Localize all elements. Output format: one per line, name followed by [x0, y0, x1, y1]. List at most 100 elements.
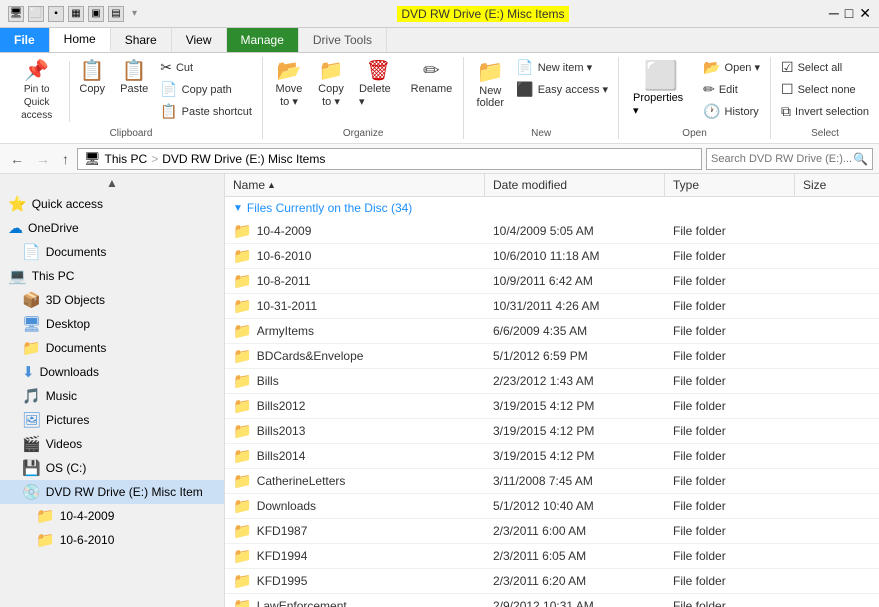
table-row[interactable]: 📁 10-8-2011 10/9/2011 6:42 AM File folde…: [225, 269, 879, 294]
folder-icon: 📁: [233, 447, 252, 465]
paste-shortcut-label: Paste shortcut: [182, 106, 252, 118]
table-row[interactable]: 📁 Bills2012 3/19/2015 4:12 PM File folde…: [225, 394, 879, 419]
sidebar-item-documents-od[interactable]: 📄 Documents: [0, 240, 224, 264]
sidebar-item-10-4-2009[interactable]: 📁 10-4-2009: [0, 504, 224, 528]
new-item-button[interactable]: 📄 New item ▾: [512, 57, 612, 78]
sidebar-item-documents[interactable]: 📁 Documents: [0, 336, 224, 360]
sidebar-item-music[interactable]: 🎵 Music: [0, 384, 224, 408]
table-row[interactable]: 📁 10-31-2011 10/31/2011 4:26 AM File fol…: [225, 294, 879, 319]
minimize-button[interactable]: ─: [829, 5, 839, 22]
move-to-button[interactable]: 📂 Moveto ▾: [269, 57, 309, 112]
table-row[interactable]: 📁 10-4-2009 10/4/2009 5:05 AM File folde…: [225, 219, 879, 244]
sidebar-label-3d-objects: 3D Objects: [46, 293, 105, 307]
tab-file[interactable]: File: [0, 28, 50, 52]
file-size-cell: [795, 594, 875, 607]
rename-button[interactable]: ✏ Rename: [406, 57, 458, 99]
header-type[interactable]: Type: [665, 174, 795, 196]
file-name: KFD1994: [257, 549, 308, 563]
sidebar-label-documents-od: Documents: [46, 245, 107, 259]
pin-quick-access-button[interactable]: 📌 Pin to Quickaccess: [6, 57, 67, 126]
file-type-cell: File folder: [665, 469, 795, 493]
window-controls[interactable]: ─ □ ✕: [829, 5, 871, 22]
table-row[interactable]: 📁 Downloads 5/1/2012 10:40 AM File folde…: [225, 494, 879, 519]
file-name: Bills: [257, 374, 279, 388]
sidebar-item-downloads[interactable]: ⬇ Downloads: [0, 360, 224, 384]
table-row[interactable]: 📁 KFD1994 2/3/2011 6:05 AM File folder: [225, 544, 879, 569]
sidebar-item-os-c[interactable]: 💾 OS (C:): [0, 456, 224, 480]
header-name[interactable]: Name ▲: [225, 174, 485, 196]
edit-button[interactable]: ✏ Edit: [699, 79, 764, 100]
search-input[interactable]: [711, 153, 851, 165]
tab-drive-tools[interactable]: Drive Tools: [299, 28, 387, 52]
section-header-disc: ▼ Files Currently on the Disc (34): [225, 197, 875, 219]
forward-button[interactable]: →: [32, 149, 54, 169]
select-none-button[interactable]: ☐ Select none: [777, 79, 873, 100]
back-button[interactable]: ←: [6, 149, 28, 169]
title-bar-path: DVD RW Drive (E:) Misc Items: [137, 7, 829, 21]
path-dvd: DVD RW Drive (E:) Misc Items: [162, 152, 325, 166]
table-row[interactable]: 📁 ArmyItems 6/6/2009 4:35 AM File folder: [225, 319, 879, 344]
close-button[interactable]: ✕: [859, 5, 871, 22]
sidebar-item-3d-objects[interactable]: 📦 3D Objects: [0, 288, 224, 312]
delete-button[interactable]: 🗑 Delete ▾: [353, 57, 404, 112]
invert-selection-button[interactable]: ⧉ Invert selection: [777, 101, 873, 122]
copy-button[interactable]: 📋 Copy: [72, 57, 112, 99]
tab-share[interactable]: Share: [111, 28, 172, 52]
tab-manage[interactable]: Manage: [227, 28, 299, 52]
sidebar-item-quick-access[interactable]: ⭐ Quick access: [0, 192, 224, 216]
organize-buttons: 📂 Moveto ▾ 📁 Copyto ▾ 🗑 Delete ▾ ✏ Renam…: [269, 57, 457, 126]
paste-shortcut-button[interactable]: 📋 Paste shortcut: [156, 101, 256, 122]
easy-access-button[interactable]: ⬛ Easy access ▾: [512, 79, 612, 100]
file-size-cell: [795, 244, 875, 268]
table-row[interactable]: 📁 Bills 2/23/2012 1:43 AM File folder: [225, 369, 879, 394]
header-size[interactable]: Size: [795, 174, 875, 196]
select-all-button[interactable]: ☑ Select all: [777, 57, 873, 78]
sidebar-item-10-6-2010[interactable]: 📁 10-6-2010: [0, 528, 224, 552]
table-row[interactable]: 📁 Bills2013 3/19/2015 4:12 PM File folde…: [225, 419, 879, 444]
sidebar-item-dvd-rw[interactable]: 💿 DVD RW Drive (E:) Misc Item: [0, 480, 224, 504]
sidebar-scroll-up[interactable]: ▲: [0, 174, 224, 192]
history-button[interactable]: 🕐 History: [699, 101, 764, 122]
file-type: File folder: [673, 399, 726, 413]
table-row[interactable]: 📁 CatherineLetters 3/11/2008 7:45 AM Fil…: [225, 469, 879, 494]
new-small-btns: 📄 New item ▾ ⬛ Easy access ▾: [512, 57, 612, 100]
file-type-cell: File folder: [665, 269, 795, 293]
file-date: 10/4/2009 5:05 AM: [493, 224, 594, 238]
tab-home[interactable]: Home: [50, 28, 111, 52]
file-name-cell: 📁 10-31-2011: [225, 294, 485, 318]
file-size-cell: [795, 544, 875, 568]
paste-shortcut-icon: 📋: [160, 103, 177, 120]
sidebar-item-pictures[interactable]: 🖼 Pictures: [0, 408, 224, 432]
file-type-cell: File folder: [665, 294, 795, 318]
table-row[interactable]: 📁 BDCards&Envelope 5/1/2012 6:59 PM File…: [225, 344, 879, 369]
cut-button[interactable]: ✂ Cut: [156, 57, 256, 78]
table-row[interactable]: 📁 KFD1987 2/3/2011 6:00 AM File folder: [225, 519, 879, 544]
file-date: 2/3/2011 6:00 AM: [493, 524, 586, 538]
maximize-button[interactable]: □: [845, 5, 853, 22]
file-name: KFD1987: [257, 524, 308, 538]
sidebar-item-this-pc[interactable]: 💻 This PC: [0, 264, 224, 288]
sidebar-item-desktop[interactable]: 🖥 Desktop: [0, 312, 224, 336]
sidebar-item-onedrive[interactable]: ☁ OneDrive: [0, 216, 224, 240]
table-row[interactable]: 📁 10-6-2010 10/6/2010 11:18 AM File fold…: [225, 244, 879, 269]
tab-view[interactable]: View: [172, 28, 227, 52]
open-button[interactable]: 📂 Open ▾: [699, 57, 764, 78]
group-organize: 📂 Moveto ▾ 📁 Copyto ▾ 🗑 Delete ▾ ✏ Renam…: [263, 57, 464, 139]
table-row[interactable]: 📁 LawEnforcement 2/9/2012 10:31 AM File …: [225, 594, 879, 607]
paste-button[interactable]: 📋 Paste: [114, 57, 154, 99]
separator-1: [69, 61, 70, 122]
new-folder-button[interactable]: 📁 Newfolder: [470, 57, 510, 113]
copy-path-button[interactable]: 📄 Copy path: [156, 79, 256, 100]
up-button[interactable]: ↑: [58, 149, 73, 169]
title-icon-6: ▤: [108, 6, 124, 22]
invert-selection-label: Invert selection: [795, 106, 869, 118]
header-date-modified[interactable]: Date modified: [485, 174, 665, 196]
address-path-box[interactable]: 🖥 This PC > DVD RW Drive (E:) Misc Items: [77, 148, 702, 170]
properties-button[interactable]: ⬜ Properties ▾: [625, 57, 697, 119]
sidebar-item-videos[interactable]: 🎬 Videos: [0, 432, 224, 456]
properties-label: Properties ▾: [633, 92, 689, 117]
search-box[interactable]: 🔍: [706, 148, 873, 170]
copy-to-button[interactable]: 📁 Copyto ▾: [311, 57, 351, 112]
table-row[interactable]: 📁 KFD1995 2/3/2011 6:20 AM File folder: [225, 569, 879, 594]
table-row[interactable]: 📁 Bills2014 3/19/2015 4:12 PM File folde…: [225, 444, 879, 469]
